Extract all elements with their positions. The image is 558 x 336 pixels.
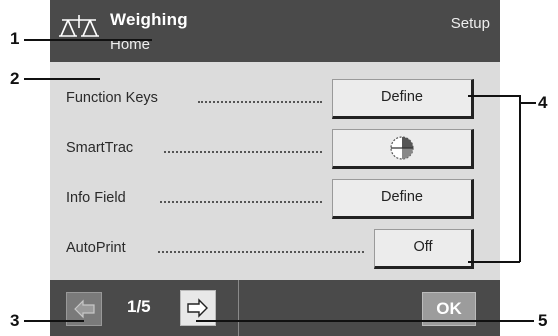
balance-scale-icon	[59, 15, 99, 37]
callout-4: 4	[538, 93, 548, 112]
dotted-leader	[164, 151, 322, 153]
footer-divider	[238, 280, 239, 336]
callout-2: 2	[10, 69, 20, 88]
row-label: Info Field	[66, 190, 126, 206]
function-keys-define-button[interactable]: Define	[332, 79, 474, 119]
setup-link[interactable]: Setup	[451, 15, 490, 32]
row-smarttrac: SmartTrac	[66, 128, 486, 169]
row-label: AutoPrint	[66, 240, 126, 256]
callout-1-line	[24, 39, 152, 41]
header-bar: Weighing Home Setup	[50, 0, 500, 62]
callout-3-line	[24, 320, 84, 322]
info-field-define-button[interactable]: Define	[332, 179, 474, 219]
callout-4-line-bottom	[468, 261, 520, 263]
dotted-leader	[198, 101, 322, 103]
callout-2-line	[24, 78, 100, 80]
settings-panel: Function Keys Define SmartTrac Info Fiel…	[50, 62, 500, 280]
callout-1: 1	[10, 29, 20, 48]
callout-3: 3	[10, 311, 20, 330]
callout-4-line-top	[468, 95, 520, 97]
callout-4-line-tick	[520, 102, 536, 104]
row-info-field: Info Field Define	[66, 178, 486, 219]
callout-4-line-vertical	[519, 95, 521, 262]
smarttrac-button[interactable]	[332, 129, 474, 169]
autoprint-off-button[interactable]: Off	[374, 229, 474, 269]
row-autoprint: AutoPrint Off	[66, 228, 486, 269]
row-label: SmartTrac	[66, 140, 134, 156]
callout-5: 5	[538, 311, 548, 330]
page-indicator: 1/5	[127, 297, 151, 316]
callout-5-line	[196, 320, 534, 322]
app-title: Weighing	[110, 10, 188, 29]
dotted-leader	[160, 201, 322, 203]
dotted-leader	[158, 251, 364, 253]
row-function-keys: Function Keys Define	[66, 78, 486, 119]
footer-bar: 1/5 OK	[50, 280, 500, 336]
row-label: Function Keys	[66, 90, 158, 106]
smarttrac-icon	[390, 136, 414, 160]
device-screen: Weighing Home Setup Function Keys Define…	[50, 0, 500, 336]
